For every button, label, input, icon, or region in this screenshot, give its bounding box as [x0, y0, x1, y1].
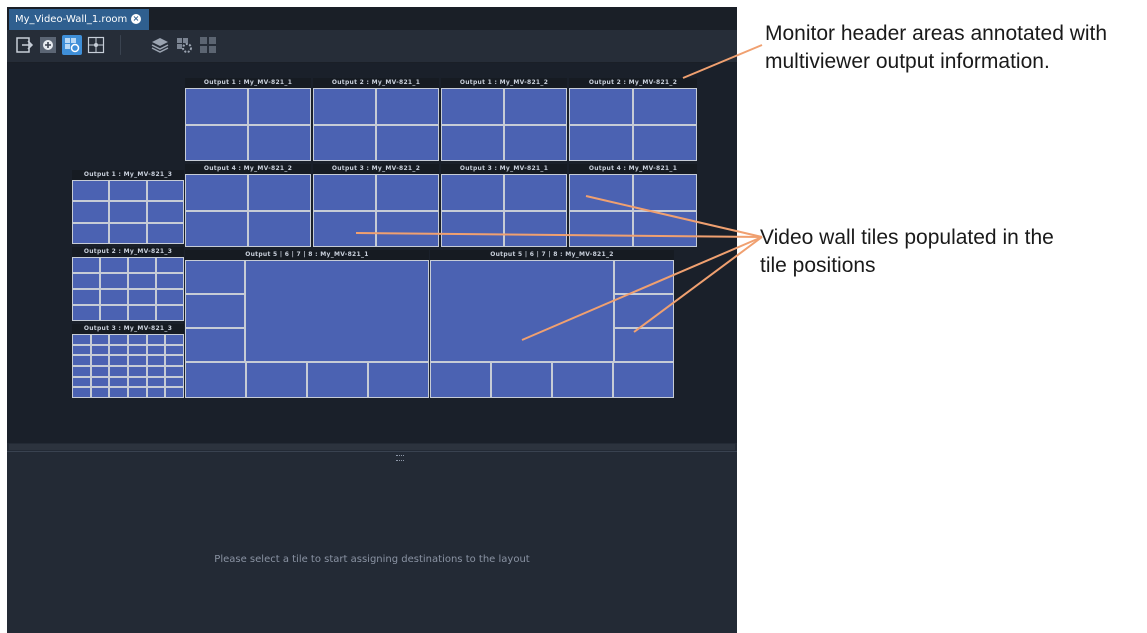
- tile-callout-line: [355, 232, 763, 238]
- header-callout-line: [682, 44, 763, 79]
- annotation-callout-lines: [355, 44, 763, 341]
- tile-callout-line: [521, 236, 763, 341]
- tile-callout-line: [585, 195, 763, 238]
